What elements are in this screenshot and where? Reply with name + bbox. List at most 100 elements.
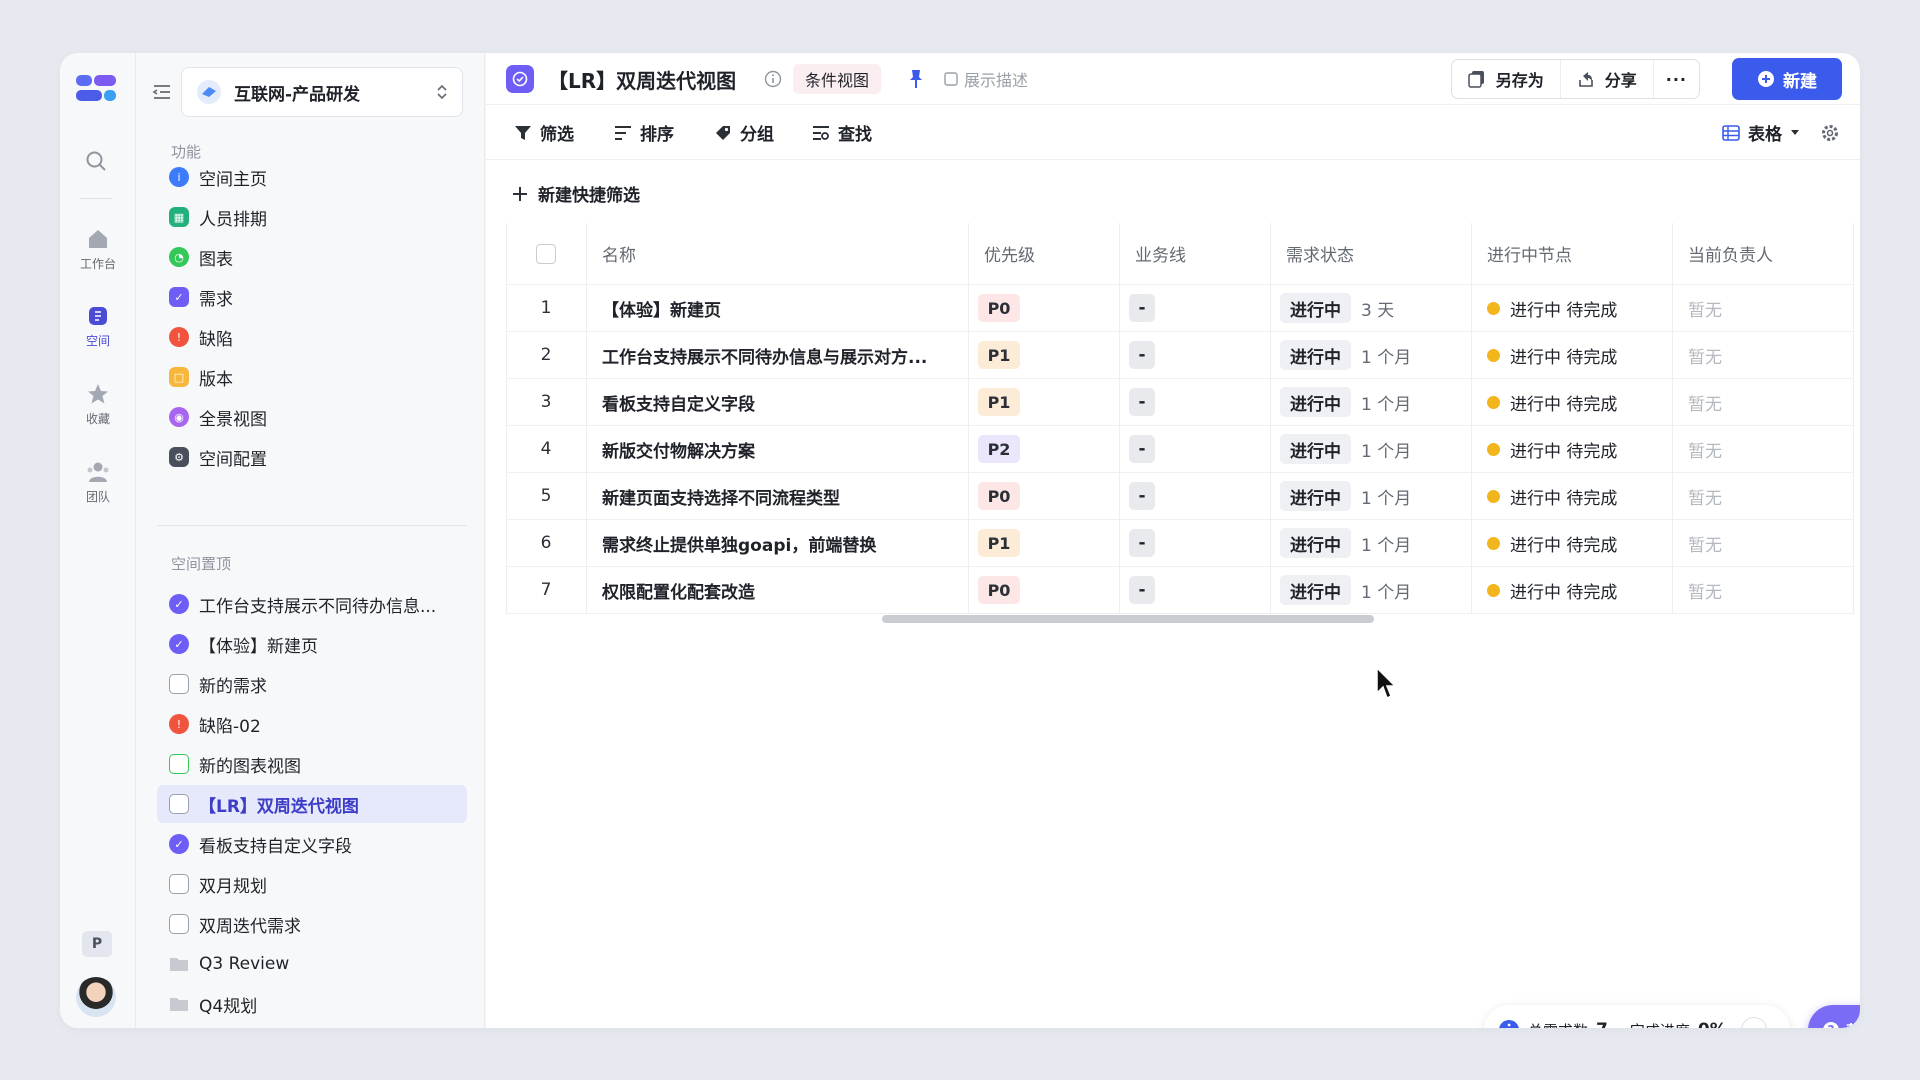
info-icon[interactable] xyxy=(764,70,782,88)
priority-cell[interactable]: P0 xyxy=(978,567,1020,613)
select-all-checkbox[interactable] xyxy=(536,243,556,264)
column-header-status[interactable]: 需求状态 xyxy=(1286,223,1354,284)
save-as-button[interactable]: 另存为 xyxy=(1452,60,1561,98)
pinned-item[interactable]: ! 缺陷-02 xyxy=(157,705,467,743)
priority-cell[interactable]: P2 xyxy=(978,426,1020,472)
table-row[interactable]: 1 【体验】新建页 P0 - 进行中 3 天 进行中 待完成 暂无 xyxy=(506,285,1854,332)
business-line-cell[interactable]: - xyxy=(1129,473,1155,519)
node-cell[interactable]: 进行中 待完成 xyxy=(1487,520,1617,566)
group-button[interactable]: 分组 xyxy=(714,120,774,145)
pinned-item[interactable]: 双周迭代需求 xyxy=(157,905,467,943)
pinned-item[interactable]: Q3 Review xyxy=(157,945,467,983)
pinned-item-active[interactable]: 【LR】双周迭代视图 xyxy=(157,785,467,823)
column-header-node[interactable]: 进行中节点 xyxy=(1487,223,1572,284)
sidebar-item-space-home[interactable]: i 空间主页 xyxy=(157,158,467,196)
table-row[interactable]: 2 工作台支持展示不同待办信息与展示对方... P1 - 进行中 1 个月 进行中 待完成 暂… xyxy=(506,332,1854,379)
pinned-item[interactable]: ✓ 看板支持自定义字段 xyxy=(157,825,467,863)
rail-item-team[interactable]: 团队 xyxy=(60,461,136,525)
pinned-item[interactable]: ✓ 【体验】新建页 xyxy=(157,625,467,663)
column-header-priority[interactable]: 优先级 xyxy=(984,223,1035,284)
sidebar-item-space-config[interactable]: ⚙ 空间配置 xyxy=(157,438,467,476)
table-row[interactable]: 5 新建页面支持选择不同流程类型 P0 - 进行中 1 个月 进行中 待完成 暂无 xyxy=(506,473,1854,520)
status-cell[interactable]: 进行中 1 个月 xyxy=(1280,567,1411,613)
requirement-name[interactable]: 需求终止提供单独goapi，前端替换 xyxy=(602,520,972,566)
status-cell[interactable]: 进行中 3 天 xyxy=(1280,285,1394,331)
status-cell[interactable]: 进行中 1 个月 xyxy=(1280,332,1411,378)
share-button[interactable]: 分享 xyxy=(1561,60,1654,98)
requirement-name[interactable]: 权限配置化配套改造 xyxy=(602,567,972,613)
business-line-cell[interactable]: - xyxy=(1129,285,1155,331)
priority-cell[interactable]: P0 xyxy=(978,285,1020,331)
priority-cell[interactable]: P1 xyxy=(978,332,1020,378)
sidebar-item-schedule[interactable]: ▦ 人员排期 xyxy=(157,198,467,236)
filter-button[interactable]: 筛选 xyxy=(514,120,574,145)
pinned-item[interactable]: 新的图表视图 xyxy=(157,745,467,783)
table-row[interactable]: 6 需求终止提供单独goapi，前端替换 P1 - 进行中 1 个月 进行中 待完成 暂无 xyxy=(506,520,1854,567)
owner-cell[interactable]: 暂无 xyxy=(1688,332,1722,378)
more-button[interactable]: ··· xyxy=(1654,60,1699,98)
owner-cell[interactable]: 暂无 xyxy=(1688,285,1722,331)
node-cell[interactable]: 进行中 待完成 xyxy=(1487,567,1617,613)
status-cell[interactable]: 进行中 1 个月 xyxy=(1280,473,1411,519)
sidebar-item-requirements[interactable]: ✓ 需求 xyxy=(157,278,467,316)
sidebar-item-defects[interactable]: ! 缺陷 xyxy=(157,318,467,356)
pinned-item[interactable]: 新的需求 xyxy=(157,665,467,703)
find-button[interactable]: 查找 xyxy=(812,120,872,145)
org-badge[interactable]: P xyxy=(82,931,112,957)
sidebar-item-versions[interactable]: □ 版本 xyxy=(157,358,467,396)
pin-icon[interactable] xyxy=(906,68,926,90)
column-header-owner[interactable]: 当前负责人 xyxy=(1688,223,1773,284)
requirement-name[interactable]: 【体验】新建页 xyxy=(602,285,972,331)
pinned-item[interactable]: ✓ 工作台支持展示不同待办信息... xyxy=(157,585,467,623)
workspace-selector[interactable]: 互联网-产品研发 xyxy=(181,67,463,117)
table-row[interactable]: 4 新版交付物解决方案 P2 - 进行中 1 个月 进行中 待完成 暂无 xyxy=(506,426,1854,473)
column-header-name[interactable]: 名称 xyxy=(602,223,636,284)
new-quick-filter-button[interactable]: 新建快捷筛选 xyxy=(512,181,640,206)
owner-cell[interactable]: 暂无 xyxy=(1688,426,1722,472)
priority-cell[interactable]: P1 xyxy=(978,379,1020,425)
business-line-cell[interactable]: - xyxy=(1129,332,1155,378)
column-header-business-line[interactable]: 业务线 xyxy=(1135,223,1186,284)
business-line-cell[interactable]: - xyxy=(1129,520,1155,566)
collapse-sidebar-icon[interactable] xyxy=(151,81,173,103)
owner-cell[interactable]: 暂无 xyxy=(1688,567,1722,613)
owner-cell[interactable]: 暂无 xyxy=(1688,473,1722,519)
owner-cell[interactable]: 暂无 xyxy=(1688,520,1722,566)
pinned-item[interactable]: 双月规划 xyxy=(157,865,467,903)
sidebar-item-charts[interactable]: ◔ 图表 xyxy=(157,238,467,276)
requirement-name[interactable]: 新版交付物解决方案 xyxy=(602,426,972,472)
status-cell[interactable]: 进行中 1 个月 xyxy=(1280,379,1411,425)
requirement-name[interactable]: 看板支持自定义字段 xyxy=(602,379,972,425)
priority-cell[interactable]: P1 xyxy=(978,520,1020,566)
search-icon[interactable] xyxy=(80,145,112,177)
new-button[interactable]: 新建 xyxy=(1732,58,1842,100)
status-cell[interactable]: 进行中 1 个月 xyxy=(1280,426,1411,472)
node-cell[interactable]: 进行中 待完成 xyxy=(1487,332,1617,378)
app-logo-icon[interactable] xyxy=(74,71,118,107)
status-cell[interactable]: 进行中 1 个月 xyxy=(1280,520,1411,566)
priority-cell[interactable]: P0 xyxy=(978,473,1020,519)
summary-more-button[interactable]: ··· xyxy=(1740,1017,1767,1028)
pinned-item[interactable]: Q4规划 xyxy=(157,985,467,1023)
sort-button[interactable]: 排序 xyxy=(614,120,674,145)
business-line-cell[interactable]: - xyxy=(1129,426,1155,472)
show-description-toggle[interactable]: 展示描述 xyxy=(944,67,1028,91)
business-line-cell[interactable]: - xyxy=(1129,567,1155,613)
view-mode-select[interactable]: 表格 xyxy=(1722,120,1800,145)
sidebar-item-panorama[interactable]: ◉ 全景视图 xyxy=(157,398,467,436)
node-cell[interactable]: 进行中 待完成 xyxy=(1487,426,1617,472)
horizontal-scrollbar[interactable] xyxy=(882,615,1374,623)
table-row[interactable]: 3 看板支持自定义字段 P1 - 进行中 1 个月 进行中 待完成 暂无 xyxy=(506,379,1854,426)
avatar[interactable] xyxy=(76,977,116,1017)
settings-icon[interactable] xyxy=(1820,123,1840,143)
business-line-cell[interactable]: - xyxy=(1129,379,1155,425)
requirement-name[interactable]: 新建页面支持选择不同流程类型 xyxy=(602,473,972,519)
rail-item-favorites[interactable]: 收藏 xyxy=(60,383,136,447)
rail-item-space[interactable]: 空间 xyxy=(60,305,136,369)
requirement-name[interactable]: 工作台支持展示不同待办信息与展示对方... xyxy=(602,332,972,378)
rail-item-workbench[interactable]: 工作台 xyxy=(60,228,136,292)
owner-cell[interactable]: 暂无 xyxy=(1688,379,1722,425)
node-cell[interactable]: 进行中 待完成 xyxy=(1487,379,1617,425)
node-cell[interactable]: 进行中 待完成 xyxy=(1487,285,1617,331)
node-cell[interactable]: 进行中 待完成 xyxy=(1487,473,1617,519)
